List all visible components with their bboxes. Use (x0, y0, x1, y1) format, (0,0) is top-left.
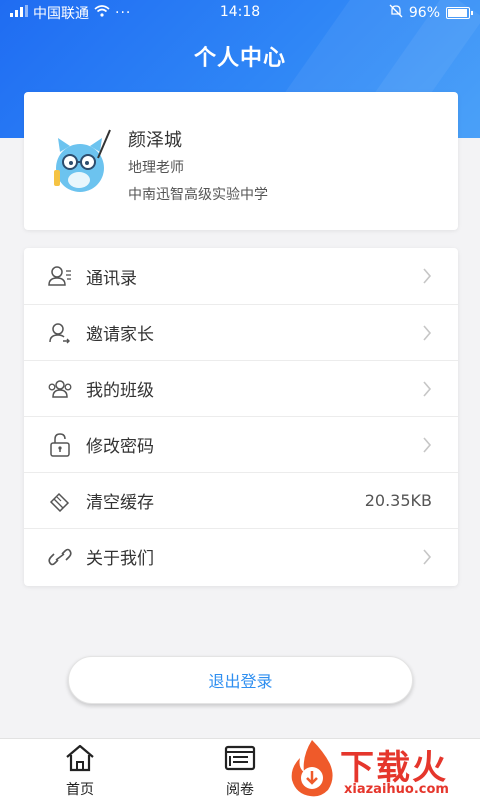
settings-menu: 通讯录 邀请家长 我的班级 修改密码 清空缓存 20.35KB 关于我们 (24, 248, 458, 586)
menu-item-label: 我的班级 (86, 381, 154, 401)
battery-icon (446, 7, 473, 19)
menu-item-label: 关于我们 (86, 549, 154, 569)
profile-card[interactable]: 颜泽城 地理老师 中南迅智高级实验中学 (24, 92, 458, 230)
chevron-right-icon (423, 549, 432, 565)
chevron-right-icon (423, 268, 432, 284)
profile-name: 颜泽城 (128, 130, 182, 151)
tab-grading[interactable]: 阅卷 (200, 743, 280, 799)
wifi-icon (94, 5, 110, 21)
watermark-logo: 下载火 xiazaihuo.com (282, 738, 480, 800)
menu-item-about-us[interactable]: 关于我们 (24, 528, 458, 584)
link-icon (48, 545, 72, 569)
profile-school: 中南迅智高级实验中学 (128, 187, 268, 203)
menu-item-label: 清空缓存 (86, 493, 154, 513)
invite-user-icon (48, 321, 72, 345)
home-icon (66, 744, 94, 772)
menu-item-label: 修改密码 (86, 437, 154, 457)
tab-home[interactable]: 首页 (40, 743, 120, 799)
lock-icon (48, 432, 72, 457)
tab-label: 首页 (66, 782, 94, 798)
chevron-right-icon (423, 437, 432, 453)
menu-item-my-class[interactable]: 我的班级 (24, 360, 458, 416)
carrier-label: 中国联通 (33, 6, 89, 22)
avatar[interactable] (50, 128, 114, 194)
chevron-right-icon (423, 381, 432, 397)
chevron-right-icon (423, 325, 432, 341)
exam-icon (224, 745, 256, 771)
menu-item-clear-cache[interactable]: 清空缓存 20.35KB (24, 472, 458, 528)
flame-logo-icon (291, 740, 333, 797)
menu-item-label: 通讯录 (86, 268, 137, 289)
watermark-subtext: xiazaihuo.com (344, 782, 449, 797)
status-bar: 中国联通 ··· 14:18 96% (0, 0, 480, 26)
menu-item-invite-parents[interactable]: 邀请家长 (24, 304, 458, 360)
contacts-icon (48, 264, 72, 288)
tab-label: 阅卷 (226, 782, 254, 798)
menu-item-contacts[interactable]: 通讯录 (24, 248, 458, 304)
profile-role: 地理老师 (128, 160, 184, 176)
mute-bell-icon (389, 4, 403, 22)
more-dots-icon: ··· (115, 5, 132, 21)
signal-icon (10, 5, 28, 21)
logout-button[interactable]: 退出登录 (68, 656, 413, 704)
group-icon (48, 377, 72, 401)
battery-percent: 96% (408, 5, 440, 21)
page-title: 个人中心 (193, 46, 286, 71)
menu-item-label: 邀请家长 (86, 325, 154, 345)
cache-size-value: 20.35KB (364, 491, 432, 510)
eraser-icon (48, 489, 72, 513)
menu-item-change-password[interactable]: 修改密码 (24, 416, 458, 472)
